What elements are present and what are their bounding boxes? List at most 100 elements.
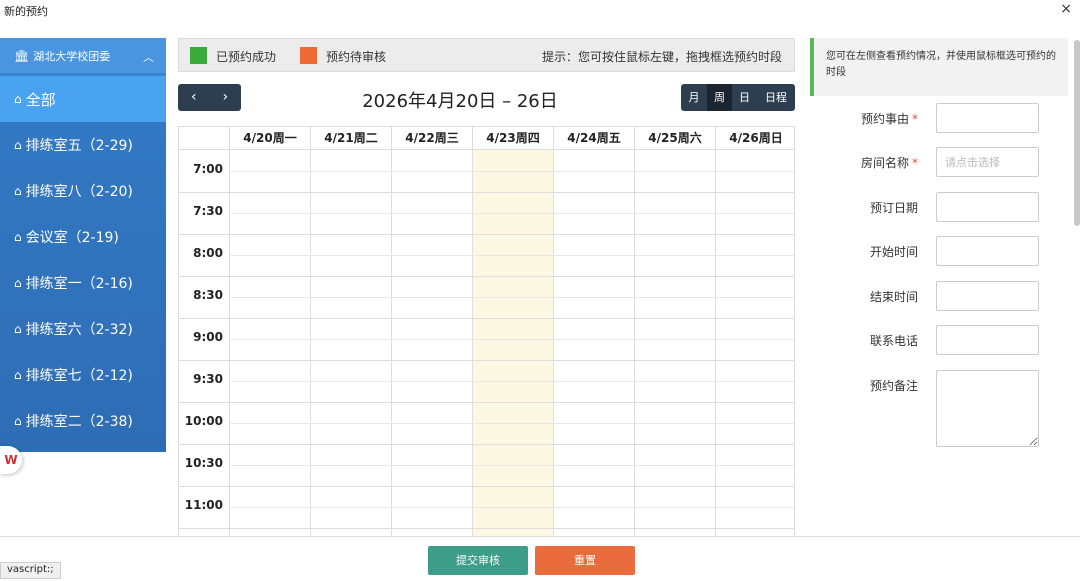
- field-input[interactable]: [936, 103, 1039, 133]
- grid-row-line: [179, 318, 794, 319]
- sidebar-item-room[interactable]: ⌂ 会议室（2-19): [0, 214, 166, 260]
- grid-row-line: [179, 192, 794, 193]
- chevron-up-icon[interactable]: ︿: [143, 49, 154, 65]
- day-header: 4/20周一: [229, 127, 310, 150]
- home-icon: ⌂: [14, 322, 22, 336]
- day-header: 4/22周三: [391, 127, 472, 150]
- status-bar-url: vascript:;: [0, 562, 61, 579]
- field-label: 结束时间: [870, 288, 918, 305]
- sidebar-item-room[interactable]: ⌂ 排练室七（2-12): [0, 352, 166, 398]
- wps-logo-icon[interactable]: W: [0, 446, 22, 474]
- week-calendar: 4/20周一 4/21周二 4/22周三 4/23周四 4/24周五 4/25周六 4/26…: [178, 126, 795, 536]
- field-label-text: 联系电话: [869, 334, 918, 348]
- grid-row-line: [179, 444, 794, 445]
- sidebar-header-label: 湖北大学校团委: [33, 49, 111, 63]
- grid-column-line: [553, 150, 554, 536]
- calendar-time-grid[interactable]: 7:00 7:30 8:00 8:30 9:00 9:30 10:00 10:30 11:00: [179, 150, 794, 536]
- week-nav: ‹ ›: [178, 84, 241, 111]
- time-label: 10:00: [184, 414, 223, 428]
- date-range-title: 2026年4月20日 – 26日: [362, 91, 558, 112]
- time-label: 7:00: [193, 162, 223, 176]
- field-label: 预约备注: [870, 377, 918, 394]
- grid-half-row-line: [229, 171, 794, 172]
- view-agenda-button[interactable]: 日程: [757, 84, 795, 111]
- field-input[interactable]: [936, 192, 1039, 222]
- required-marker: *: [912, 156, 918, 170]
- field-label-text: 预约事由: [860, 112, 909, 126]
- grid-column-line: [310, 150, 311, 536]
- grid-half-row-line: [229, 423, 794, 424]
- field-label: 联系电话: [870, 332, 918, 349]
- sidebar-item-all[interactable]: ⌂ 全部: [0, 76, 166, 122]
- time-label: 8:30: [193, 288, 223, 302]
- field-label: 预约事由 *: [861, 110, 918, 127]
- grid-column-line: [391, 150, 392, 536]
- title-bar: 新的预约 ×: [0, 0, 1080, 22]
- sidebar-item-room[interactable]: ⌂ 排练室六（2-32): [0, 306, 166, 352]
- view-day-button[interactable]: 日: [732, 84, 757, 111]
- institution-icon: 🏛: [14, 48, 30, 63]
- home-icon: ⌂: [14, 276, 22, 290]
- sidebar-item-room[interactable]: ⌂ 排练室一（2-16): [0, 260, 166, 306]
- field-input[interactable]: [936, 281, 1039, 311]
- today-column: [473, 150, 553, 536]
- home-icon: ⌂: [14, 92, 22, 106]
- drag-hint: 提示：您可按住鼠标左键，拖拽框选预约时段: [541, 50, 782, 64]
- grid-half-row-line: [229, 255, 794, 256]
- close-icon[interactable]: ×: [1060, 1, 1072, 17]
- room-sidebar: 🏛 湖北大学校团委 ︿ ⌂ 全部 ⌂ 排练室五（2-29) ⌂ 排练室八（2-20)…: [0, 38, 166, 452]
- field-input[interactable]: [936, 236, 1039, 266]
- sidebar-item-label: 全部: [25, 90, 56, 109]
- time-label: 9:30: [193, 372, 223, 386]
- sidebar-header[interactable]: 🏛 湖北大学校团委 ︿: [0, 38, 166, 76]
- calendar-legend: 已预约成功 预约待审核 提示：您可按住鼠标左键，拖拽框选预约时段: [178, 38, 795, 72]
- sidebar-item-label: 排练室一（2-16): [25, 276, 133, 292]
- grid-half-row-line: [229, 339, 794, 340]
- sidebar-item-room[interactable]: ⌂ 排练室二（2-38): [0, 398, 166, 444]
- home-icon: ⌂: [14, 230, 22, 244]
- time-label: 9:00: [193, 330, 223, 344]
- grid-row-line: [179, 402, 794, 403]
- sidebar-item-room[interactable]: ⌂ 排练室五（2-29): [0, 122, 166, 168]
- sidebar-item-label: 会议室（2-19): [25, 230, 119, 246]
- next-week-button[interactable]: ›: [210, 84, 242, 111]
- field-input[interactable]: [936, 325, 1039, 355]
- submit-button[interactable]: 提交审核: [428, 546, 528, 575]
- field-input[interactable]: [936, 147, 1039, 177]
- sidebar-item-label: 排练室二（2-38): [25, 414, 133, 430]
- sidebar-item-label: 排练室七（2-12): [25, 368, 133, 384]
- field-label: 预订日期: [870, 199, 918, 216]
- grid-row-line: [179, 234, 794, 235]
- field-label-text: 结束时间: [869, 290, 918, 304]
- home-icon: ⌂: [14, 184, 22, 198]
- view-switcher: 月 周 日 日程: [681, 84, 795, 111]
- pending-legend-label: 预约待审核: [326, 50, 387, 64]
- prev-week-button[interactable]: ‹: [178, 84, 210, 111]
- grid-column-line: [229, 150, 230, 536]
- time-label: 8:00: [193, 246, 223, 260]
- sidebar-item-label: 排练室五（2-29): [25, 138, 133, 154]
- field-label: 房间名称 *: [861, 154, 918, 171]
- day-header: 4/23周四: [472, 127, 553, 150]
- sidebar-item-label: 排练室八（2-20): [25, 184, 133, 200]
- grid-row-line: [179, 528, 794, 529]
- view-month-button[interactable]: 月: [681, 84, 707, 111]
- grid-column-line: [715, 150, 716, 536]
- time-label: 11:00: [184, 498, 223, 512]
- field-label-text: 预约备注: [869, 379, 918, 393]
- form-footer: 提交审核 重置: [0, 536, 1080, 581]
- calendar-day-header: 4/20周一 4/21周二 4/22周三 4/23周四 4/24周五 4/25周六 4/26…: [179, 126, 794, 150]
- grid-half-row-line: [229, 465, 794, 466]
- scrollbar-thumb[interactable]: [1074, 40, 1080, 226]
- reset-button[interactable]: 重置: [535, 546, 635, 575]
- sidebar-item-room[interactable]: ⌂ 排练室八（2-20): [0, 168, 166, 214]
- view-week-button[interactable]: 周: [707, 84, 732, 111]
- field-input[interactable]: [936, 370, 1039, 447]
- field-label-text: 预订日期: [869, 201, 918, 215]
- home-icon: ⌂: [14, 138, 22, 152]
- success-legend-label: 已预约成功: [216, 50, 277, 64]
- pending-swatch: [300, 47, 317, 64]
- day-header: 4/21周二: [310, 127, 391, 150]
- home-icon: ⌂: [14, 368, 22, 382]
- day-header: 4/25周六: [634, 127, 715, 150]
